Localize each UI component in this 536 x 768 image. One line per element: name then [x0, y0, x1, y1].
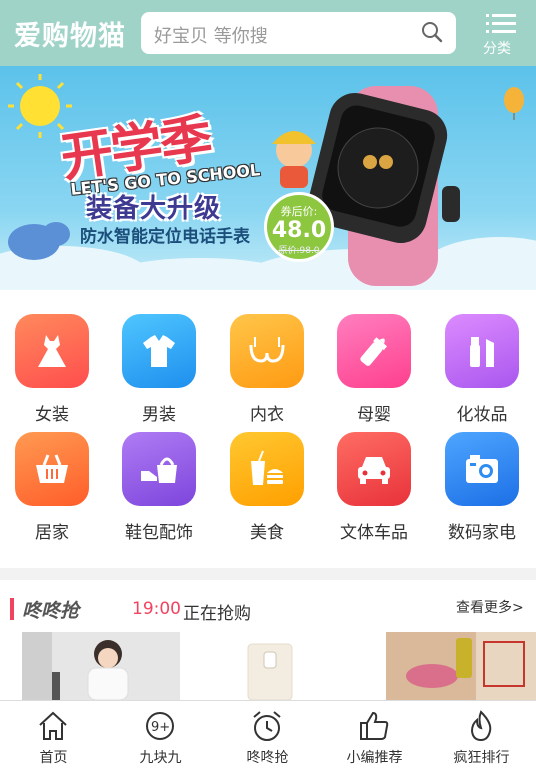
section-accent-bar [10, 598, 14, 620]
home-icon [39, 711, 67, 740]
product-card[interactable] [22, 632, 180, 700]
nav-item-home[interactable]: 首页 [0, 701, 107, 768]
top-bar: 爱购物猫 好宝贝 等你搜 分类 [0, 0, 536, 66]
category-label: 女装 [35, 405, 69, 425]
category-item-cosmetics[interactable]: 化妆品 [432, 314, 532, 432]
price-value: 48.0 [271, 218, 327, 243]
nav-item-flash-sale[interactable]: 咚咚抢 [214, 701, 321, 768]
category-item-sports-auto[interactable]: 文体车品 [324, 432, 424, 550]
category-item-shoes-bags[interactable]: 鞋包配饰 [109, 432, 209, 550]
category-tile [15, 314, 89, 388]
category-tile [337, 314, 411, 388]
flash-sale-section: 咚咚抢 19:00 正在抢购 查看更多> [0, 580, 536, 700]
flash-sale-status: 正在抢购 [183, 604, 251, 624]
category-tile [122, 314, 196, 388]
shirt-icon [143, 335, 175, 367]
category-tile [445, 432, 519, 506]
price-label: 券后价: [280, 205, 318, 218]
car-icon [358, 457, 390, 484]
nav-item-ranking[interactable]: 疯狂排行 [428, 701, 535, 768]
category-label: 母婴 [357, 405, 391, 425]
flame-icon [470, 710, 492, 742]
nav-item-editor-picks[interactable]: 小编推荐 [321, 701, 428, 768]
category-tile [15, 432, 89, 506]
nav-label: 疯狂排行 [453, 750, 510, 766]
nav-label: 咚咚抢 [246, 750, 289, 766]
alarm-clock-icon [253, 711, 281, 741]
flash-sale-title: 咚咚抢 [22, 600, 80, 622]
category-label: 数码家电 [448, 523, 516, 543]
category-tile [445, 314, 519, 388]
product-card[interactable] [220, 632, 320, 700]
menu-icon [486, 14, 516, 33]
category-item-home[interactable]: 居家 [2, 432, 102, 550]
product-card[interactable] [386, 632, 536, 700]
view-more-link[interactable]: 查看更多> [456, 597, 524, 617]
app-title: 爱购物猫 [14, 21, 126, 52]
category-label: 美食 [250, 523, 284, 543]
category-item-baby[interactable]: 母婴 [324, 314, 424, 432]
category-button[interactable]: 分类 [478, 10, 524, 58]
product-image [22, 632, 180, 700]
category-item-digital[interactable]: 数码家电 [432, 432, 532, 550]
category-label: 内衣 [250, 405, 284, 425]
bra-icon [249, 337, 285, 363]
product-image [386, 632, 536, 700]
category-tile [230, 314, 304, 388]
cosmetics-icon [470, 337, 494, 367]
banner-upgrade: 装备大升级 [86, 194, 222, 224]
category-tile [230, 432, 304, 506]
category-label: 化妆品 [456, 405, 508, 425]
category-label: 文体车品 [340, 523, 408, 543]
category-item-underwear[interactable]: 内衣 [217, 314, 317, 432]
category-label: 鞋包配饰 [125, 523, 193, 543]
shoe-bag-icon [141, 457, 177, 483]
original-price: 原价:98.0 [278, 246, 320, 256]
category-label: 男装 [142, 405, 176, 425]
thumbs-up-icon [360, 711, 389, 740]
category-grid: 女装 男装 内衣 母婴 化妆品 居家 鞋包配饰 美食 文体车品 数码家电 [0, 290, 536, 568]
category-label: 分类 [483, 41, 511, 57]
nav-item-nine-nine[interactable]: 9+ 九块九 [107, 701, 214, 768]
category-tile [122, 432, 196, 506]
nine-plus-icon: 9+ [146, 712, 174, 740]
banner-description: 防水智能定位电话手表 [80, 227, 250, 247]
nav-label: 首页 [39, 750, 68, 766]
dress-icon [38, 335, 66, 367]
category-item-men[interactable]: 男装 [109, 314, 209, 432]
product-image [220, 632, 320, 700]
nav-label: 小编推荐 [346, 750, 403, 766]
flash-sale-time: 19:00 [132, 599, 181, 619]
camera-icon [466, 455, 498, 483]
nav-label: 九块九 [139, 750, 182, 766]
svg-text:9+: 9+ [151, 720, 170, 735]
category-item-food[interactable]: 美食 [217, 432, 317, 550]
price-badge: 券后价: 48.0 原价:98.0 [264, 192, 334, 262]
search-icon[interactable] [420, 20, 444, 44]
basket-icon [36, 454, 68, 483]
category-tile [337, 432, 411, 506]
food-icon [251, 450, 283, 485]
search-input[interactable]: 好宝贝 等你搜 [141, 12, 456, 54]
bottom-nav: 首页 9+ 九块九 咚咚抢 小编推荐 疯狂排行 [0, 700, 536, 768]
category-label: 居家 [35, 523, 69, 543]
promo-banner[interactable]: 开学季 LET'S GO TO SCHOOL 装备大升级 防水智能定位电话手表 … [0, 66, 536, 290]
search-placeholder: 好宝贝 等你搜 [154, 26, 268, 47]
category-item-women[interactable]: 女装 [2, 314, 102, 432]
baby-bottle-icon [360, 337, 388, 366]
